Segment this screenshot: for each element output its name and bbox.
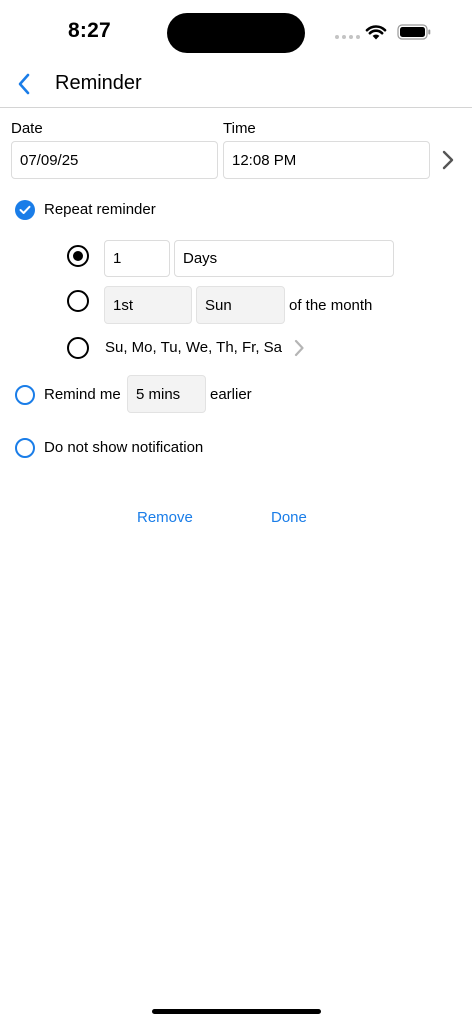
status-time: 8:27 [68,19,111,42]
no-notification-radio[interactable] [15,438,35,458]
monthly-ordinal-select[interactable]: 1st [104,286,192,324]
date-field[interactable]: 07/09/25 [11,141,218,179]
reminder-screen: 8:27 Reminder Date 07/09/25 Time 12:08 P… [0,0,472,1024]
battery-icon [397,24,431,45]
signal-icon [335,35,360,39]
interval-unit-select[interactable]: Days [174,240,394,277]
dynamic-island [167,13,305,53]
radio-selected-dot [73,251,83,261]
repeat-reminder-checkbox[interactable] [15,200,35,220]
repeat-weekdays-radio[interactable] [67,337,89,359]
remind-me-offset-select[interactable]: 5 mins [127,375,206,413]
remind-me-label: Remind me [44,386,121,403]
time-field[interactable]: 12:08 PM [223,141,430,179]
weekdays-chevron-button[interactable] [290,336,308,360]
wifi-icon [365,23,387,45]
date-label: Date [11,120,43,137]
repeat-reminder-label: Repeat reminder [44,201,156,218]
repeat-monthly-radio[interactable] [67,290,89,312]
page-title: Reminder [55,72,142,94]
datetime-chevron-button[interactable] [436,148,460,172]
chevron-right-icon [294,339,304,357]
done-button[interactable]: Done [271,509,307,526]
no-notification-label: Do not show notification [44,439,204,456]
checkmark-icon [19,205,31,214]
monthly-weekday-select[interactable]: Sun [196,286,285,324]
remind-me-suffix: earlier [210,386,252,403]
repeat-interval-radio[interactable] [67,245,89,267]
remove-button[interactable]: Remove [137,509,193,526]
home-indicator [152,1009,321,1014]
weekdays-label: Su, Mo, Tu, We, Th, Fr, Sa [105,339,283,356]
nav-divider [0,107,472,108]
back-button[interactable] [8,68,40,100]
interval-count-field[interactable]: 1 [104,240,170,277]
monthly-suffix-label: of the month [289,297,373,314]
remind-me-radio[interactable] [15,385,35,405]
back-chevron-icon [18,73,30,95]
time-label: Time [223,120,256,137]
chevron-right-icon [442,150,454,170]
